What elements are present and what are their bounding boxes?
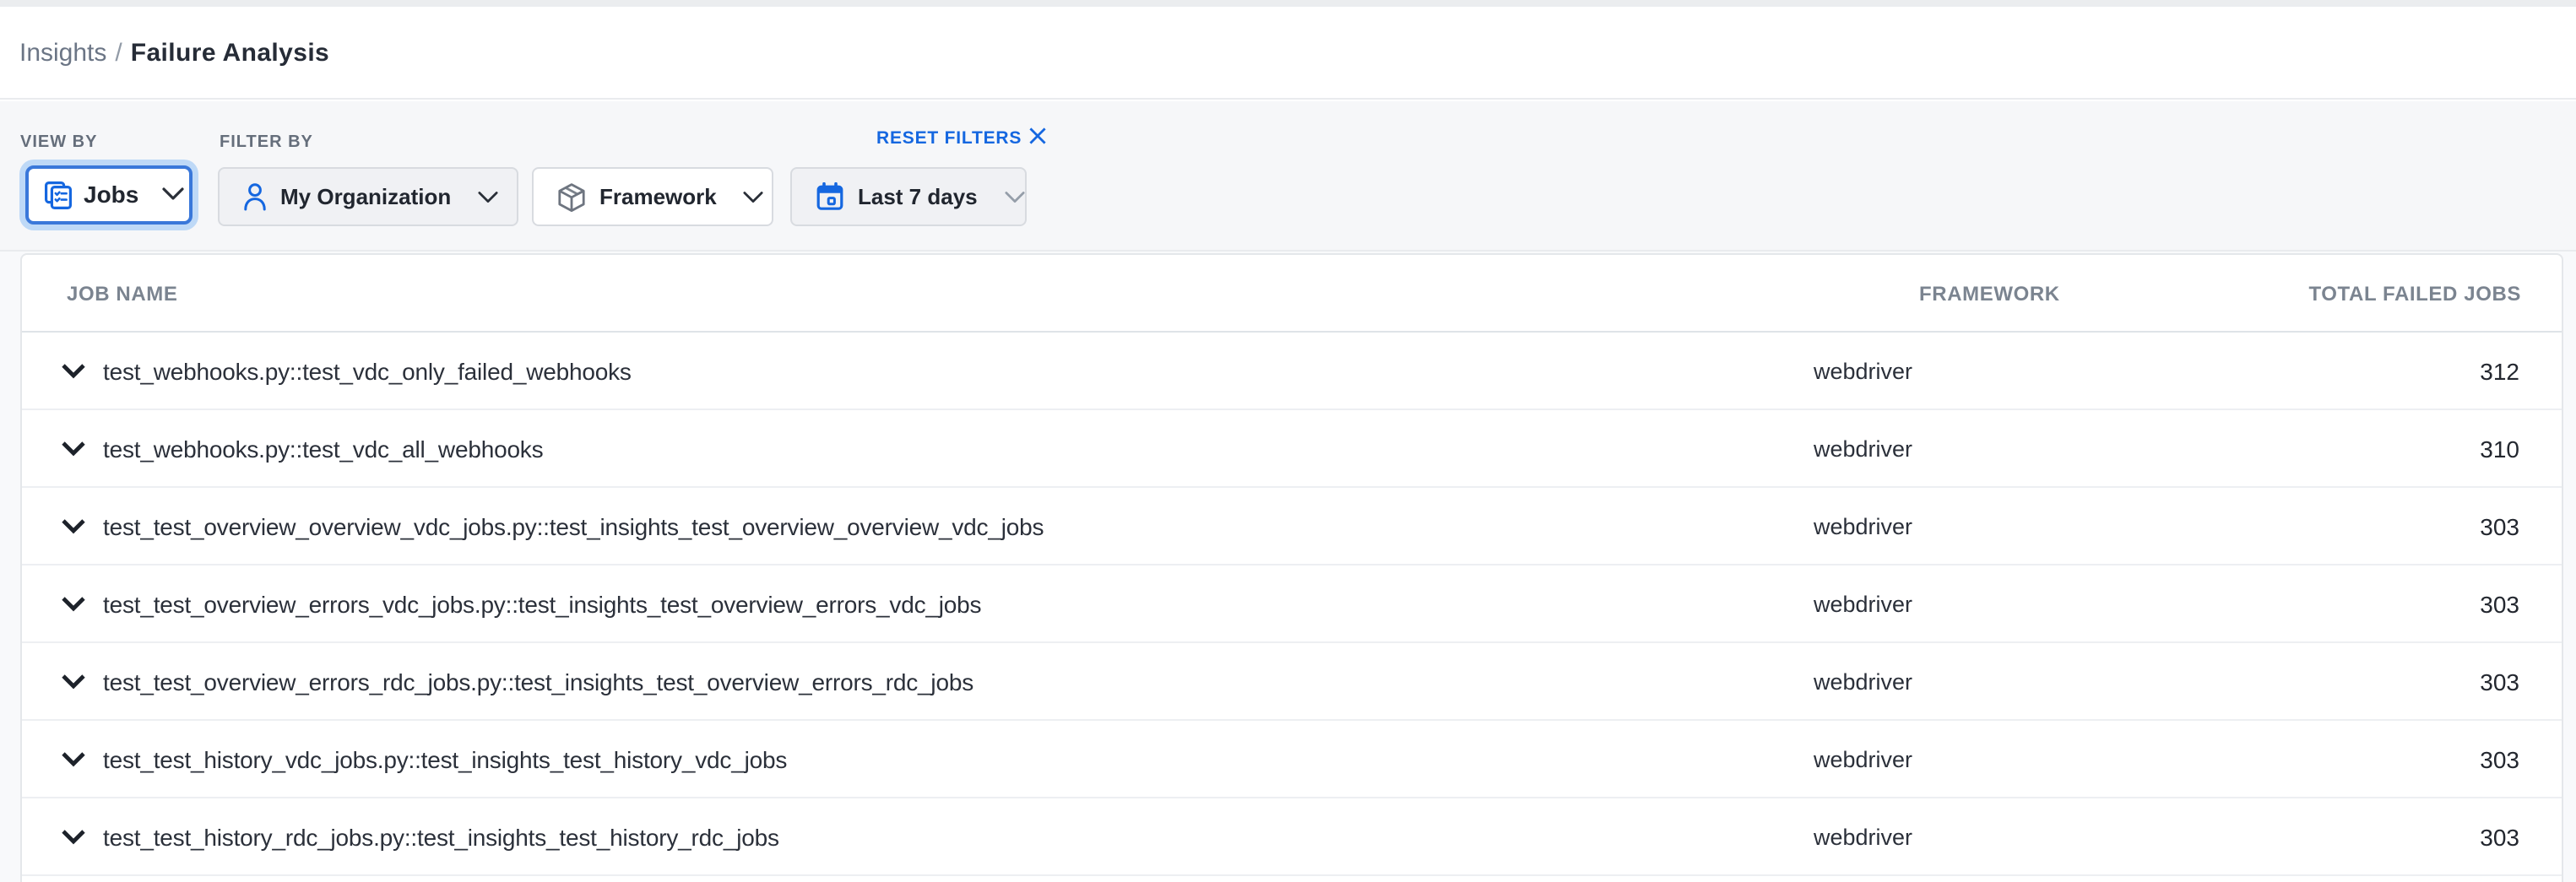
top-divider bbox=[0, 0, 2576, 7]
failed-jobs-table: JOB NAME FRAMEWORK TOTAL FAILED JOBS tes… bbox=[20, 253, 2563, 882]
table-row[interactable]: test_test_overview_errors_rdc_jobs.py::t… bbox=[22, 643, 2562, 721]
total-failed-jobs-value: 310 bbox=[2480, 435, 2519, 462]
table-row[interactable]: test_test_overview_overview_vdc_jobs.py:… bbox=[22, 488, 2562, 565]
user-icon bbox=[243, 182, 267, 211]
table-row-partial bbox=[22, 876, 2562, 882]
breadcrumb-separator: / bbox=[115, 38, 122, 67]
breadcrumb: Insights / Failure Analysis bbox=[0, 7, 2576, 100]
framework-value: webdriver bbox=[1814, 668, 1912, 694]
organization-filter-value: My Organization bbox=[280, 184, 451, 209]
expand-row-chevron-icon[interactable] bbox=[61, 596, 86, 611]
job-name: test_webhooks.py::test_vdc_only_failed_w… bbox=[103, 357, 632, 384]
job-name: test_webhooks.py::test_vdc_all_webhooks bbox=[103, 435, 543, 462]
table-row[interactable]: test_test_overview_errors_vdc_jobs.py::t… bbox=[22, 565, 2562, 643]
expand-row-chevron-icon[interactable] bbox=[61, 441, 86, 456]
jobs-checklist-icon bbox=[43, 180, 72, 208]
job-name: test_test_history_vdc_jobs.py::test_insi… bbox=[103, 745, 787, 772]
view-by-label: VIEW BY bbox=[20, 133, 97, 152]
total-failed-jobs-value: 303 bbox=[2480, 512, 2519, 539]
organization-filter-dropdown[interactable]: My Organization bbox=[218, 167, 518, 226]
date-range-filter-dropdown[interactable]: Last 7 days bbox=[790, 167, 1027, 226]
page-title: Failure Analysis bbox=[131, 38, 329, 67]
chevron-down-icon bbox=[478, 190, 498, 203]
expand-row-chevron-icon[interactable] bbox=[61, 518, 86, 533]
column-header-framework: FRAMEWORK bbox=[1919, 281, 2060, 305]
date-range-filter-value: Last 7 days bbox=[858, 184, 978, 209]
table-row[interactable]: test_webhooks.py::test_vdc_only_failed_w… bbox=[22, 333, 2562, 410]
framework-value: webdriver bbox=[1814, 591, 1912, 616]
breadcrumb-insights-link[interactable]: Insights bbox=[19, 38, 106, 67]
chevron-down-icon bbox=[162, 187, 184, 201]
column-header-job-name: JOB NAME bbox=[67, 281, 178, 305]
expand-row-chevron-icon[interactable] bbox=[61, 363, 86, 378]
framework-filter-value: Framework bbox=[599, 184, 717, 209]
total-failed-jobs-value: 303 bbox=[2480, 823, 2519, 850]
filter-by-label: FILTER BY bbox=[220, 133, 313, 152]
x-icon bbox=[1028, 127, 1047, 150]
table-row[interactable]: test_test_history_rdc_jobs.py::test_insi… bbox=[22, 798, 2562, 876]
total-failed-jobs-value: 303 bbox=[2480, 590, 2519, 617]
framework-value: webdriver bbox=[1814, 436, 1912, 461]
package-icon bbox=[557, 181, 586, 212]
chevron-down-icon bbox=[1005, 190, 1025, 203]
table-row[interactable]: test_webhooks.py::test_vdc_all_webhooks … bbox=[22, 410, 2562, 488]
view-by-value: Jobs bbox=[84, 181, 138, 208]
filter-toolbar: VIEW BY FILTER BY RESET FILTERS Jobs bbox=[0, 101, 2576, 252]
view-by-jobs-dropdown[interactable]: Jobs bbox=[24, 165, 192, 224]
total-failed-jobs-value: 303 bbox=[2480, 668, 2519, 695]
framework-value: webdriver bbox=[1814, 358, 1912, 383]
column-header-total-failed-jobs: TOTAL FAILED JOBS bbox=[2308, 281, 2521, 305]
total-failed-jobs-value: 303 bbox=[2480, 745, 2519, 772]
job-name: test_test_overview_errors_rdc_jobs.py::t… bbox=[103, 668, 973, 695]
framework-value: webdriver bbox=[1814, 746, 1912, 771]
page-content: JOB NAME FRAMEWORK TOTAL FAILED JOBS tes… bbox=[0, 252, 2576, 882]
expand-row-chevron-icon[interactable] bbox=[61, 674, 86, 689]
failure-analysis-page: Insights / Failure Analysis VIEW BY FILT… bbox=[0, 0, 2576, 882]
total-failed-jobs-value: 312 bbox=[2480, 357, 2519, 384]
job-name: test_test_overview_overview_vdc_jobs.py:… bbox=[103, 512, 1044, 539]
framework-value: webdriver bbox=[1814, 824, 1912, 849]
framework-value: webdriver bbox=[1814, 513, 1912, 538]
reset-filters-label: RESET FILTERS bbox=[876, 128, 1022, 149]
reset-filters-button[interactable]: RESET FILTERS bbox=[876, 127, 1047, 150]
expand-row-chevron-icon[interactable] bbox=[61, 829, 86, 844]
table-header-row: JOB NAME FRAMEWORK TOTAL FAILED JOBS bbox=[22, 255, 2562, 333]
expand-row-chevron-icon[interactable] bbox=[61, 751, 86, 766]
job-name: test_test_history_rdc_jobs.py::test_insi… bbox=[103, 823, 779, 850]
table-row[interactable]: test_test_history_vdc_jobs.py::test_insi… bbox=[22, 721, 2562, 798]
calendar-icon bbox=[816, 182, 844, 211]
job-name: test_test_overview_errors_vdc_jobs.py::t… bbox=[103, 590, 981, 617]
chevron-down-icon bbox=[744, 190, 764, 203]
framework-filter-dropdown[interactable]: Framework bbox=[532, 167, 773, 226]
